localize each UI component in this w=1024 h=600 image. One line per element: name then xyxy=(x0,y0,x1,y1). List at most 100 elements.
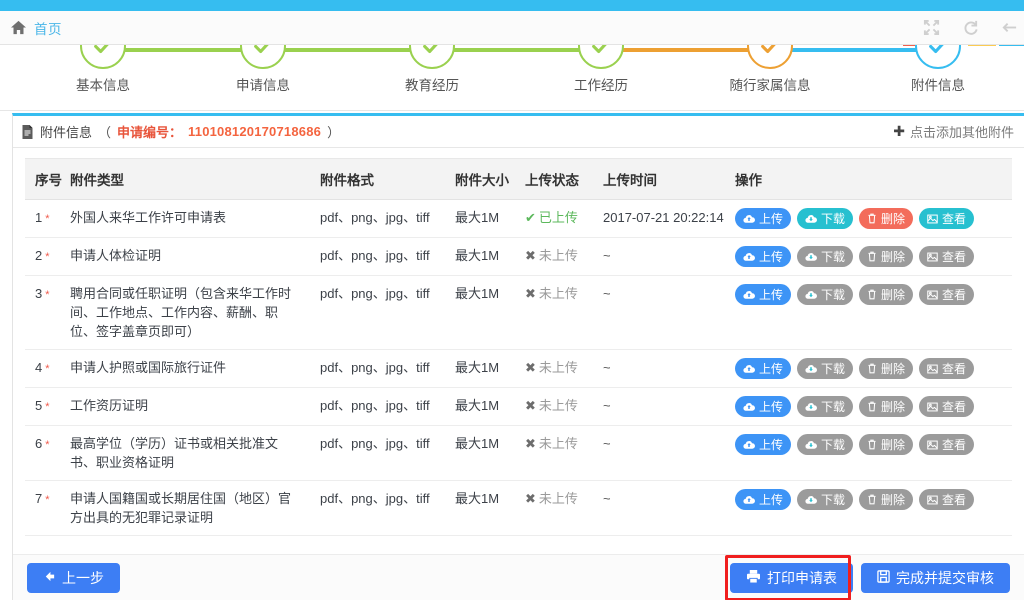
trash-icon xyxy=(867,494,877,505)
cross-icon: ✖ xyxy=(525,286,536,301)
breadcrumb-home-label[interactable]: 首页 xyxy=(34,18,62,38)
required-star: * xyxy=(45,439,49,451)
upload-button[interactable]: 上传 xyxy=(735,434,791,455)
status-badge: ✖未上传 xyxy=(525,436,578,451)
delete-button[interactable]: 删除 xyxy=(859,208,913,229)
prev-step-button[interactable]: 上一步 xyxy=(27,563,120,593)
table-row: 6*最高学位（学历）证书或相关批准文书、职业资格证明pdf、png、jpg、ti… xyxy=(25,426,1012,481)
action-buttons: 上传下载删除查看 xyxy=(735,489,1008,510)
trash-icon xyxy=(867,213,877,224)
image-icon xyxy=(927,364,938,374)
cloud-upload-icon xyxy=(743,402,755,412)
cloud-download-icon xyxy=(805,495,817,505)
document-icon xyxy=(21,125,34,139)
add-attachment-button[interactable]: ✚ 点击添加其他附件 xyxy=(893,122,1014,141)
download-button[interactable]: 下载 xyxy=(797,208,853,229)
trash-icon xyxy=(867,251,877,262)
cloud-download-icon xyxy=(805,252,817,262)
step-item-6[interactable]: 附件信息 xyxy=(878,45,998,94)
arrow-left-icon xyxy=(43,570,56,586)
cell-actions: 上传下载删除查看 xyxy=(731,238,1012,276)
view-label: 查看 xyxy=(942,363,966,375)
cell-size: 最大1M xyxy=(451,350,521,388)
trash-icon xyxy=(867,401,877,412)
step-label-3: 教育经历 xyxy=(372,74,492,94)
check-icon xyxy=(421,45,443,57)
plus-icon: ✚ xyxy=(893,123,905,140)
delete-button: 删除 xyxy=(859,434,913,455)
upload-button[interactable]: 上传 xyxy=(735,284,791,305)
cell-format: pdf、png、jpg、tiff xyxy=(316,276,451,350)
trash-icon xyxy=(867,439,877,450)
cell-index: 3* xyxy=(25,276,66,350)
download-button: 下载 xyxy=(797,396,853,417)
cell-actions: 上传下载删除查看 xyxy=(731,481,1012,536)
delete-label: 删除 xyxy=(881,363,905,375)
cell-attachment-type: 外国人来华工作许可申请表 xyxy=(66,200,316,238)
breadcrumb-bar: 首页 xyxy=(0,11,1024,45)
required-star: * xyxy=(45,401,49,413)
panel-header: 附件信息 （申请编号：110108120170718686） ✚ 点击添加其他附… xyxy=(13,116,1024,148)
status-badge: ✖未上传 xyxy=(525,491,578,506)
print-application-label: 打印申请表 xyxy=(767,568,837,588)
required-star: * xyxy=(45,363,49,375)
download-button: 下载 xyxy=(797,489,853,510)
status-badge: ✖未上传 xyxy=(525,248,578,263)
step-item-2[interactable]: 申请信息 xyxy=(203,45,323,94)
cloud-download-icon xyxy=(805,402,817,412)
empty-value: ~ xyxy=(603,491,611,506)
step-item-5[interactable]: 随行家属信息 xyxy=(710,45,830,94)
row-index: 2 xyxy=(35,248,42,263)
cell-format: pdf、png、jpg、tiff xyxy=(316,350,451,388)
row-index: 3 xyxy=(35,286,42,301)
submit-review-button[interactable]: 完成并提交审核 xyxy=(861,563,1010,593)
cell-format: pdf、png、jpg、tiff xyxy=(316,238,451,276)
upload-label: 上传 xyxy=(759,213,783,225)
upload-button[interactable]: 上传 xyxy=(735,208,791,229)
download-button: 下载 xyxy=(797,358,853,379)
cell-upload-time: ~ xyxy=(599,481,731,536)
empty-value: ~ xyxy=(603,248,611,263)
step-circle-3 xyxy=(409,45,455,69)
step-item-4[interactable]: 工作经历 xyxy=(541,45,661,94)
upload-label: 上传 xyxy=(759,289,783,301)
action-buttons: 上传下载删除查看 xyxy=(735,396,1008,417)
fullscreen-icon[interactable] xyxy=(923,19,940,36)
step-item-3[interactable]: 教育经历 xyxy=(372,45,492,94)
image-icon xyxy=(927,252,938,262)
cell-upload-time: ~ xyxy=(599,350,731,388)
upload-button[interactable]: 上传 xyxy=(735,396,791,417)
cell-status: ✖未上传 xyxy=(521,238,599,276)
cross-icon: ✖ xyxy=(525,491,536,506)
upload-button[interactable]: 上传 xyxy=(735,358,791,379)
cloud-upload-icon xyxy=(743,495,755,505)
refresh-icon[interactable] xyxy=(962,19,979,36)
download-button: 下载 xyxy=(797,284,853,305)
delete-button: 删除 xyxy=(859,489,913,510)
upload-button[interactable]: 上传 xyxy=(735,489,791,510)
action-buttons: 上传下载 删除 查看 xyxy=(735,358,1008,379)
delete-label: 删除 xyxy=(881,439,905,451)
application-number-label: 申请编号： xyxy=(117,122,182,141)
step-item-1[interactable]: 基本信息 xyxy=(43,45,163,94)
view-button: 查看 xyxy=(919,396,974,417)
cell-actions: 上传下载删除查看 xyxy=(731,388,1012,426)
download-label: 下载 xyxy=(821,494,845,506)
upload-label: 上传 xyxy=(759,251,783,263)
cell-actions: 上传下载删除查看 xyxy=(731,426,1012,481)
image-icon xyxy=(927,214,938,224)
cloud-upload-icon xyxy=(743,290,755,300)
breadcrumb[interactable]: 首页 xyxy=(0,18,62,38)
step-label-1: 基本信息 xyxy=(43,74,163,94)
table-header-row: 序号附件类型附件格式附件大小上传状态上传时间操作 xyxy=(25,159,1012,200)
view-label: 查看 xyxy=(942,439,966,451)
status-badge: ✔已上传 xyxy=(525,210,578,225)
empty-value: ~ xyxy=(603,286,611,301)
upload-button[interactable]: 上传 xyxy=(735,246,791,267)
arrow-left-icon[interactable] xyxy=(1001,19,1018,36)
action-buttons: 上传下载删除查看 xyxy=(735,434,1008,455)
print-application-button[interactable]: 打印申请表 xyxy=(730,563,853,593)
required-star: * xyxy=(45,251,49,263)
view-button[interactable]: 查看 xyxy=(919,208,974,229)
cross-icon: ✖ xyxy=(525,248,536,263)
